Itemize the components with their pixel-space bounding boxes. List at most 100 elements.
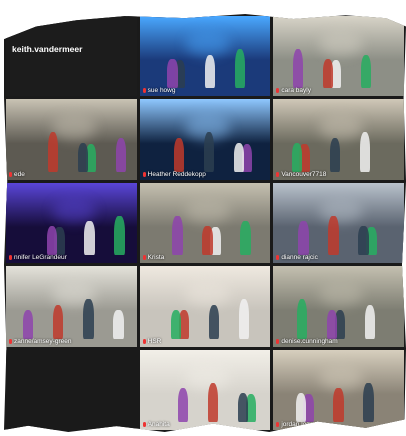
person-silhouette [298,221,309,256]
person-silhouette [364,304,376,339]
participant-tile[interactable]: denise.cunningham [273,266,404,347]
person-silhouette [360,54,372,89]
empty-tile [6,349,137,430]
person-silhouette [172,215,183,256]
participant-tile[interactable]: keith.vandermeer [6,16,137,97]
muted-mic-icon [276,171,280,177]
muted-mic-icon [276,88,280,94]
participant-tile[interactable]: Anahita [139,349,271,430]
person-silhouette [363,382,374,422]
light-spot [185,365,230,390]
person-silhouette [84,221,95,256]
muted-mic-icon [142,338,146,344]
participant-tile[interactable]: ede [6,99,137,180]
participant-name: Heather Reddekopp [147,170,206,178]
participant-tile[interactable]: HSR [139,266,271,347]
video-feed [6,266,137,347]
participant-name: Anahita [147,421,170,428]
person-silhouette [328,215,339,256]
video-feed [139,182,271,264]
muted-mic-icon [276,338,280,344]
video-feed [6,99,137,180]
video-feed [6,350,137,430]
person-silhouette [292,48,304,89]
video-feed [6,16,137,96]
person-silhouette [22,310,34,339]
muted-mic-icon [9,255,12,261]
light-spot [319,32,364,57]
participant-tile[interactable]: cara bayly [273,16,404,97]
video-feed [139,16,271,97]
participant-name: Vancouver7718 [281,170,327,178]
person-silhouette [291,142,303,172]
muted-mic-icon [142,171,146,177]
person-silhouette [203,132,215,172]
person-silhouette [202,226,213,256]
host-name: keith.vandermeer [12,44,83,54]
participant-tile[interactable]: sue howg [139,16,271,97]
video-feed [273,266,404,347]
light-spot [51,198,97,223]
video-feed [273,99,404,180]
person-silhouette [83,299,94,339]
participant-label: cara bayly [276,87,311,94]
video-feed [139,99,271,180]
muted-mic-icon [142,422,146,427]
participant-name: jordan.logan [281,421,318,428]
person-silhouette [329,138,340,172]
person-silhouette [240,221,251,256]
person-silhouette [207,382,219,422]
participant-name: cara bayly [281,87,311,95]
person-silhouette [173,138,185,172]
video-feed [273,16,404,97]
participant-tile[interactable]: nnifer LeGrandeur [6,182,137,264]
person-silhouette [359,132,371,172]
participant-label: Anahita [142,421,170,428]
participant-name: zanne/amsey-green [14,337,72,345]
person-silhouette [114,215,125,256]
person-silhouette [167,59,178,89]
video-feed [273,182,404,264]
light-spot [319,115,364,140]
participant-label: dianne rajcic [276,254,318,261]
participant-name: Krista [147,254,165,262]
participant-tile[interactable]: jordan.logan [273,349,404,430]
person-silhouette [171,309,182,339]
participant-name: nnifer LeGrandeur [14,254,67,262]
participant-name: ede [14,170,25,178]
participant-label: HSR [142,337,162,345]
participant-tile[interactable]: dianne rajcic [273,182,404,264]
video-feed [139,266,271,347]
person-silhouette [322,59,334,89]
participant-tile[interactable]: Krista [139,182,271,264]
person-silhouette [115,138,127,172]
person-silhouette [296,299,308,339]
light-spot [51,115,97,140]
person-silhouette [235,48,246,89]
participant-label: jordan.logan [276,421,317,428]
light-spot [319,365,364,390]
muted-mic-icon [142,88,146,94]
participant-label: Vancouver7718 [276,171,326,178]
video-feed [139,349,271,430]
participant-name: sue howg [147,87,176,95]
person-silhouette [46,226,57,256]
participant-label: ede [9,171,25,178]
participant-tile[interactable]: Heather Reddekopp [139,99,271,180]
participant-tile[interactable]: zanne/amsey-green [6,266,137,347]
person-silhouette [113,309,124,339]
video-feed [273,349,404,430]
participant-tile[interactable]: Vancouver7718 [273,99,404,180]
muted-mic-icon [9,338,12,344]
person-silhouette [53,304,64,339]
person-silhouette [177,388,188,422]
participant-label: nnifer LeGrandeur [9,254,67,261]
muted-mic-icon [276,422,280,427]
muted-mic-icon [276,255,280,261]
participant-label: Krista [142,254,165,262]
participant-label: Heather Reddekopp [142,170,206,178]
person-silhouette [326,309,338,339]
person-silhouette [77,142,89,172]
participant-name: HSR [147,337,162,345]
person-silhouette [295,393,306,422]
